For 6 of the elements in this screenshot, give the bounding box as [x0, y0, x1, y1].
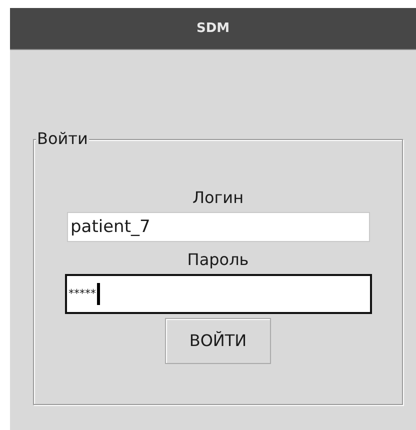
password-field[interactable]: *****: [64, 274, 372, 314]
window-title: SDM: [196, 20, 230, 38]
login-button[interactable]: ВОЙТИ: [165, 318, 271, 364]
field-label: Пароль: [187, 250, 249, 270]
login-field[interactable]: patient_7: [66, 212, 370, 242]
field-label: Логин: [192, 188, 244, 208]
